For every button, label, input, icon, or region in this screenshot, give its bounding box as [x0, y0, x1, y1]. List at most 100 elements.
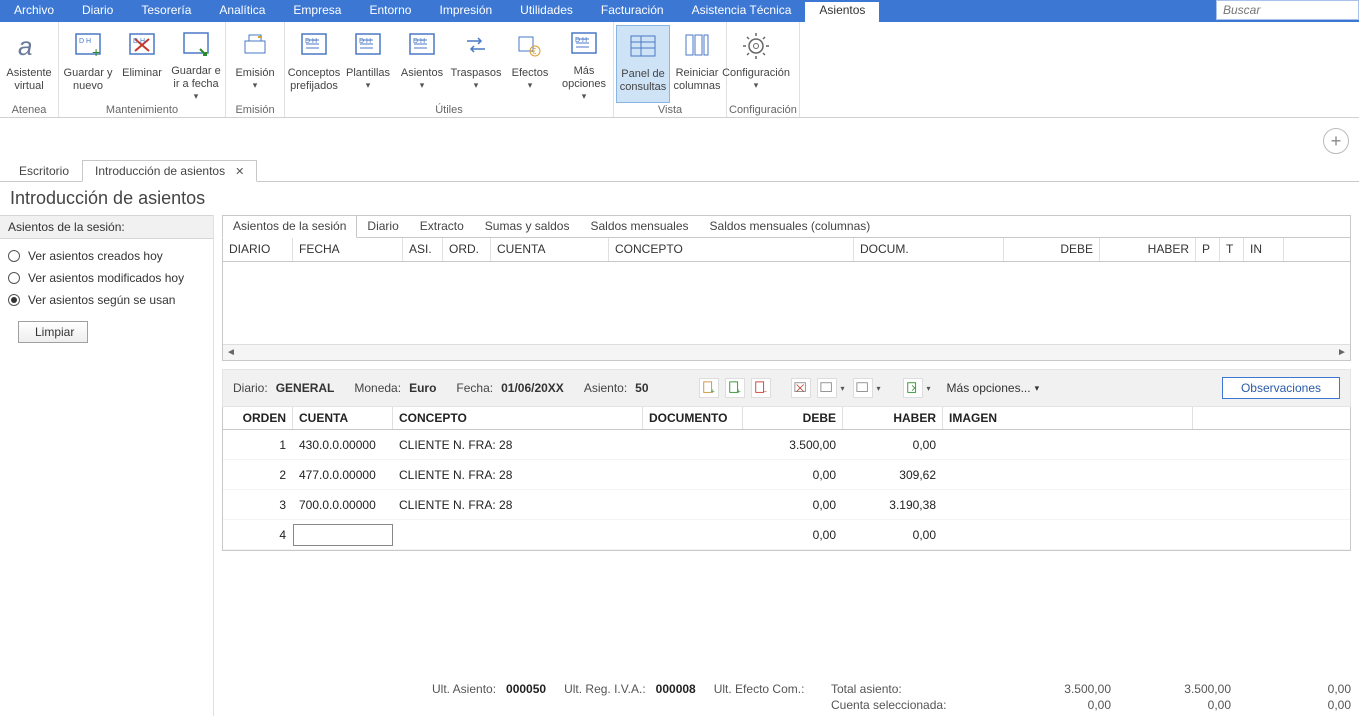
- grid-delete-icon[interactable]: [791, 378, 811, 398]
- session-filter-option[interactable]: Ver asientos según se usan: [8, 293, 205, 307]
- entry-column-header[interactable]: DEBE: [743, 407, 843, 429]
- entry-column-header[interactable]: DOCUMENTO: [643, 407, 743, 429]
- eliminar-button[interactable]: D HEliminar: [115, 25, 169, 103]
- doc-remove-icon[interactable]: −: [751, 378, 771, 398]
- scroll-right-icon[interactable]: ►: [1334, 347, 1350, 358]
- entry-column-header[interactable]: CONCEPTO: [393, 407, 643, 429]
- horizontal-scrollbar[interactable]: ◄ ►: [223, 344, 1350, 360]
- observaciones-button[interactable]: Observaciones: [1222, 377, 1340, 399]
- guardar-ir-fecha-button[interactable]: Guardar e ir a fecha▾: [169, 25, 223, 103]
- traspasos-button[interactable]: Traspasos▾: [449, 25, 503, 103]
- efectos-button[interactable]: €Efectos▾: [503, 25, 557, 103]
- session-filter-option[interactable]: Ver asientos creados hoy: [8, 249, 205, 263]
- entry-info-bar: Diario:GENERAL Moneda:Euro Fecha:01/06/2…: [222, 369, 1351, 407]
- menu-item-facturación[interactable]: Facturación: [587, 0, 678, 22]
- session-filter-option[interactable]: Ver asientos modificados hoy: [8, 271, 205, 285]
- more-options-button[interactable]: Más opciones...▾: [947, 381, 1040, 395]
- entry-cell[interactable]: [643, 531, 743, 539]
- grid-menu2-icon[interactable]: [853, 378, 873, 398]
- radio-icon[interactable]: [8, 294, 20, 306]
- column-header[interactable]: IN: [1244, 238, 1284, 261]
- entry-cell: 430.0.0.00000: [293, 434, 393, 456]
- menu-item-entorno[interactable]: Entorno: [355, 0, 425, 22]
- column-header[interactable]: ASI.: [403, 238, 443, 261]
- chevron-down-icon: ▾: [253, 79, 258, 92]
- panel-consultas-label: Panel de consultas: [619, 68, 667, 94]
- entry-column-header[interactable]: CUENTA: [293, 407, 393, 429]
- query-tab[interactable]: Sumas y saldos: [475, 216, 581, 237]
- plantillas-button[interactable]: D HPlantillas▾: [341, 25, 395, 103]
- entry-row[interactable]: 2477.0.0.00000CLIENTE N. FRA: 280,00309,…: [223, 460, 1350, 490]
- export-icon[interactable]: [903, 378, 923, 398]
- query-tab[interactable]: Saldos mensuales (columnas): [700, 216, 882, 237]
- column-header[interactable]: CONCEPTO: [609, 238, 854, 261]
- menu-item-utilidades[interactable]: Utilidades: [506, 0, 587, 22]
- menu-item-tesorería[interactable]: Tesorería: [127, 0, 205, 22]
- asientos-util-button[interactable]: D HAsientos▾: [395, 25, 449, 103]
- search-box[interactable]: [1216, 0, 1359, 20]
- conceptos-prefijados-button[interactable]: D HConceptos prefijados: [287, 25, 341, 103]
- menu-item-analítica[interactable]: Analítica: [205, 0, 279, 22]
- conceptos-prefijados-label: Conceptos prefijados: [288, 67, 341, 93]
- entry-row[interactable]: 4 0,000,00: [223, 520, 1350, 550]
- session-grid: DIARIOFECHAASI.ORD.CUENTACONCEPTODOCUM.D…: [222, 237, 1351, 361]
- scroll-left-icon[interactable]: ◄: [223, 347, 239, 358]
- column-header[interactable]: DEBE: [1004, 238, 1100, 261]
- radio-icon[interactable]: [8, 272, 20, 284]
- entry-cell: 3: [223, 494, 293, 516]
- panel-consultas-button[interactable]: Panel de consultas: [616, 25, 670, 103]
- configuracion-button[interactable]: Configuración▾: [729, 25, 783, 103]
- column-header[interactable]: ORD.: [443, 238, 491, 261]
- grid-menu1-icon[interactable]: [817, 378, 837, 398]
- entry-cell[interactable]: [393, 531, 643, 539]
- entry-cell[interactable]: [943, 531, 1193, 539]
- column-header[interactable]: DOCUM.: [854, 238, 1004, 261]
- column-header[interactable]: T: [1220, 238, 1244, 261]
- query-tab[interactable]: Saldos mensuales: [580, 216, 699, 237]
- menu-item-empresa[interactable]: Empresa: [279, 0, 355, 22]
- query-tab[interactable]: Diario: [357, 216, 409, 237]
- menu-item-impresión[interactable]: Impresión: [425, 0, 506, 22]
- ribbon-group-label: Configuración: [729, 103, 797, 118]
- radio-icon[interactable]: [8, 250, 20, 262]
- entry-row[interactable]: 3700.0.0.00000CLIENTE N. FRA: 280,003.19…: [223, 490, 1350, 520]
- menu-item-asistencia técnica[interactable]: Asistencia Técnica: [678, 0, 806, 22]
- doc-add-icon[interactable]: +: [699, 378, 719, 398]
- entry-cell: 1: [223, 434, 293, 456]
- entry-cell[interactable]: 4: [223, 524, 293, 546]
- doc-tab[interactable]: Escritorio: [6, 159, 82, 181]
- entry-cell: [643, 501, 743, 509]
- entry-column-header[interactable]: HABER: [843, 407, 943, 429]
- column-header[interactable]: P: [1196, 238, 1220, 261]
- limpiar-button[interactable]: Limpiar: [18, 321, 88, 343]
- column-header[interactable]: DIARIO: [223, 238, 293, 261]
- query-tab[interactable]: Extracto: [410, 216, 475, 237]
- add-tab-button[interactable]: +: [1323, 128, 1349, 154]
- total-saldo: 0,00: [1231, 682, 1351, 696]
- menu-item-asientos[interactable]: Asientos: [805, 0, 879, 22]
- query-tab[interactable]: Asientos de la sesión: [222, 215, 357, 238]
- close-icon[interactable]: ✕: [235, 165, 244, 178]
- guardar-nuevo-button[interactable]: +D HGuardar y nuevo: [61, 25, 115, 103]
- menu-item-archivo[interactable]: Archivo: [0, 0, 68, 22]
- svg-text:€: €: [532, 47, 537, 56]
- doc-add2-icon[interactable]: +: [725, 378, 745, 398]
- column-header[interactable]: CUENTA: [491, 238, 609, 261]
- entry-row[interactable]: 1430.0.0.00000CLIENTE N. FRA: 283.500,00…: [223, 430, 1350, 460]
- entry-cell: CLIENTE N. FRA: 28: [393, 434, 643, 456]
- entry-cell[interactable]: 0,00: [843, 524, 943, 546]
- menu-item-diario[interactable]: Diario: [68, 0, 127, 22]
- entry-column-header[interactable]: ORDEN: [223, 407, 293, 429]
- search-input[interactable]: [1216, 0, 1359, 20]
- asistente-virtual-button[interactable]: aAsistente virtual: [2, 25, 56, 103]
- emision-button[interactable]: Emisión▾: [228, 25, 282, 103]
- mas-opciones-button[interactable]: D HMás opciones▾: [557, 25, 611, 103]
- doc-tab[interactable]: Introducción de asientos✕: [82, 160, 257, 182]
- reiniciar-columnas-button[interactable]: Reiniciar columnas: [670, 25, 724, 103]
- entry-cell[interactable]: [293, 524, 393, 546]
- entry-column-header[interactable]: IMAGEN: [943, 407, 1193, 429]
- svg-text:+: +: [92, 44, 100, 60]
- column-header[interactable]: HABER: [1100, 238, 1196, 261]
- entry-cell[interactable]: 0,00: [743, 524, 843, 546]
- column-header[interactable]: FECHA: [293, 238, 403, 261]
